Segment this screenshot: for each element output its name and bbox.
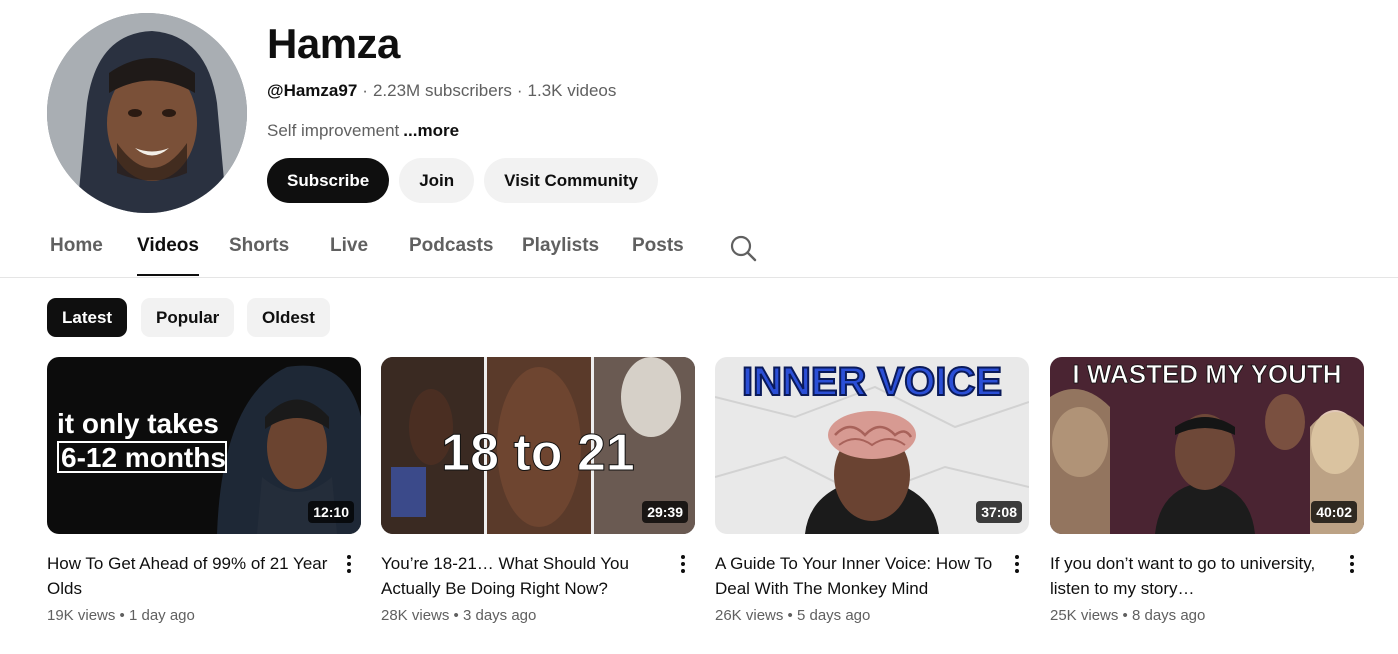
video-meta: 28K views • 3 days ago (381, 607, 537, 624)
view-count: 25K views (1050, 607, 1119, 624)
channel-handle: @Hamza97 (267, 81, 358, 100)
video-thumbnail[interactable]: it only takes 6-12 months 12:10 (47, 357, 361, 534)
subscriber-count: 2.23M subscribers (372, 81, 512, 100)
video-meta: 26K views • 5 days ago (715, 607, 871, 624)
chip-latest[interactable]: Latest (47, 298, 128, 337)
chip-oldest[interactable]: Oldest (247, 298, 330, 337)
channel-tabs: Home Videos Shorts Live Podcasts Playlis… (0, 223, 1398, 278)
video-duration: 37:08 (976, 501, 1022, 523)
video-title[interactable]: You’re 18-21… What Should You Actually B… (381, 551, 666, 601)
video-meta: 19K views • 1 day ago (47, 607, 195, 624)
upload-age: 3 days ago (462, 607, 537, 624)
video-meta: 25K views • 8 days ago (1050, 607, 1206, 624)
video-title[interactable]: A Guide To Your Inner Voice: How To Deal… (715, 551, 1000, 601)
search-icon[interactable] (729, 234, 757, 262)
meta-separator: · (362, 81, 368, 100)
description-text: Self improvement (267, 121, 400, 140)
video-card: 18 to 21 29:39 You’re 18-21… What Should… (381, 357, 695, 626)
video-title[interactable]: How To Get Ahead of 99% of 21 Year Olds (47, 551, 332, 601)
channel-meta: @Hamza97 · 2.23M subscribers · 1.3K videos (267, 80, 616, 102)
upload-age: 5 days ago (796, 607, 871, 624)
view-count: 28K views (381, 607, 450, 624)
video-count: 1.3K videos (527, 81, 617, 100)
more-link[interactable]: ...more (403, 121, 459, 140)
upload-age: 1 day ago (128, 607, 195, 624)
video-card: it only takes 6-12 months 12:10 How To G… (47, 357, 361, 626)
tab-shorts[interactable]: Shorts (229, 235, 289, 275)
tab-podcasts[interactable]: Podcasts (409, 235, 493, 275)
tab-posts[interactable]: Posts (632, 235, 684, 275)
video-card: INNER VOICE 37:08 A Guide To Your Inner … (715, 357, 1029, 626)
tab-live[interactable]: Live (330, 235, 368, 275)
channel-name: Hamza (267, 20, 400, 67)
meta-separator: · (516, 81, 523, 100)
thumbnail-caption: INNER VOICE (742, 360, 1002, 404)
subscribe-button[interactable]: Subscribe (267, 158, 390, 203)
video-thumbnail[interactable]: I WASTED MY YOUTH 40:02 (1050, 357, 1364, 534)
thumbnail-caption: 18 to 21 (441, 424, 635, 482)
thumbnail-caption: 6-12 months (61, 442, 226, 473)
more-vert-icon[interactable] (1011, 553, 1023, 575)
more-vert-icon[interactable] (677, 553, 689, 575)
video-duration: 29:39 (642, 501, 688, 523)
view-count: 26K views (715, 607, 784, 624)
more-vert-icon[interactable] (1346, 553, 1358, 575)
thumbnail-caption: it only takes (57, 408, 219, 439)
chip-popular[interactable]: Popular (141, 298, 235, 337)
video-thumbnail[interactable]: 18 to 21 29:39 (381, 357, 695, 534)
tab-home[interactable]: Home (50, 235, 103, 275)
visit-community-button[interactable]: Visit Community (484, 158, 658, 203)
video-thumbnail[interactable]: INNER VOICE 37:08 (715, 357, 1029, 534)
upload-age: 8 days ago (1131, 607, 1206, 624)
channel-actions: Subscribe Join Visit Community (267, 158, 658, 203)
view-count: 19K views (47, 607, 116, 624)
video-card: I WASTED MY YOUTH 40:02 If you don’t wan… (1050, 357, 1364, 626)
channel-description: Self improvement ...more (267, 120, 459, 142)
thumbnail-caption: I WASTED MY YOUTH (1072, 359, 1341, 389)
video-duration: 40:02 (1311, 501, 1357, 523)
tab-videos[interactable]: Videos (137, 235, 199, 276)
channel-avatar[interactable] (47, 13, 247, 213)
video-title[interactable]: If you don’t want to go to university, l… (1050, 551, 1335, 601)
more-vert-icon[interactable] (343, 553, 355, 575)
video-duration: 12:10 (308, 501, 354, 523)
tab-playlists[interactable]: Playlists (522, 235, 599, 275)
join-button[interactable]: Join (399, 158, 475, 203)
avatar-portrait (47, 13, 247, 213)
